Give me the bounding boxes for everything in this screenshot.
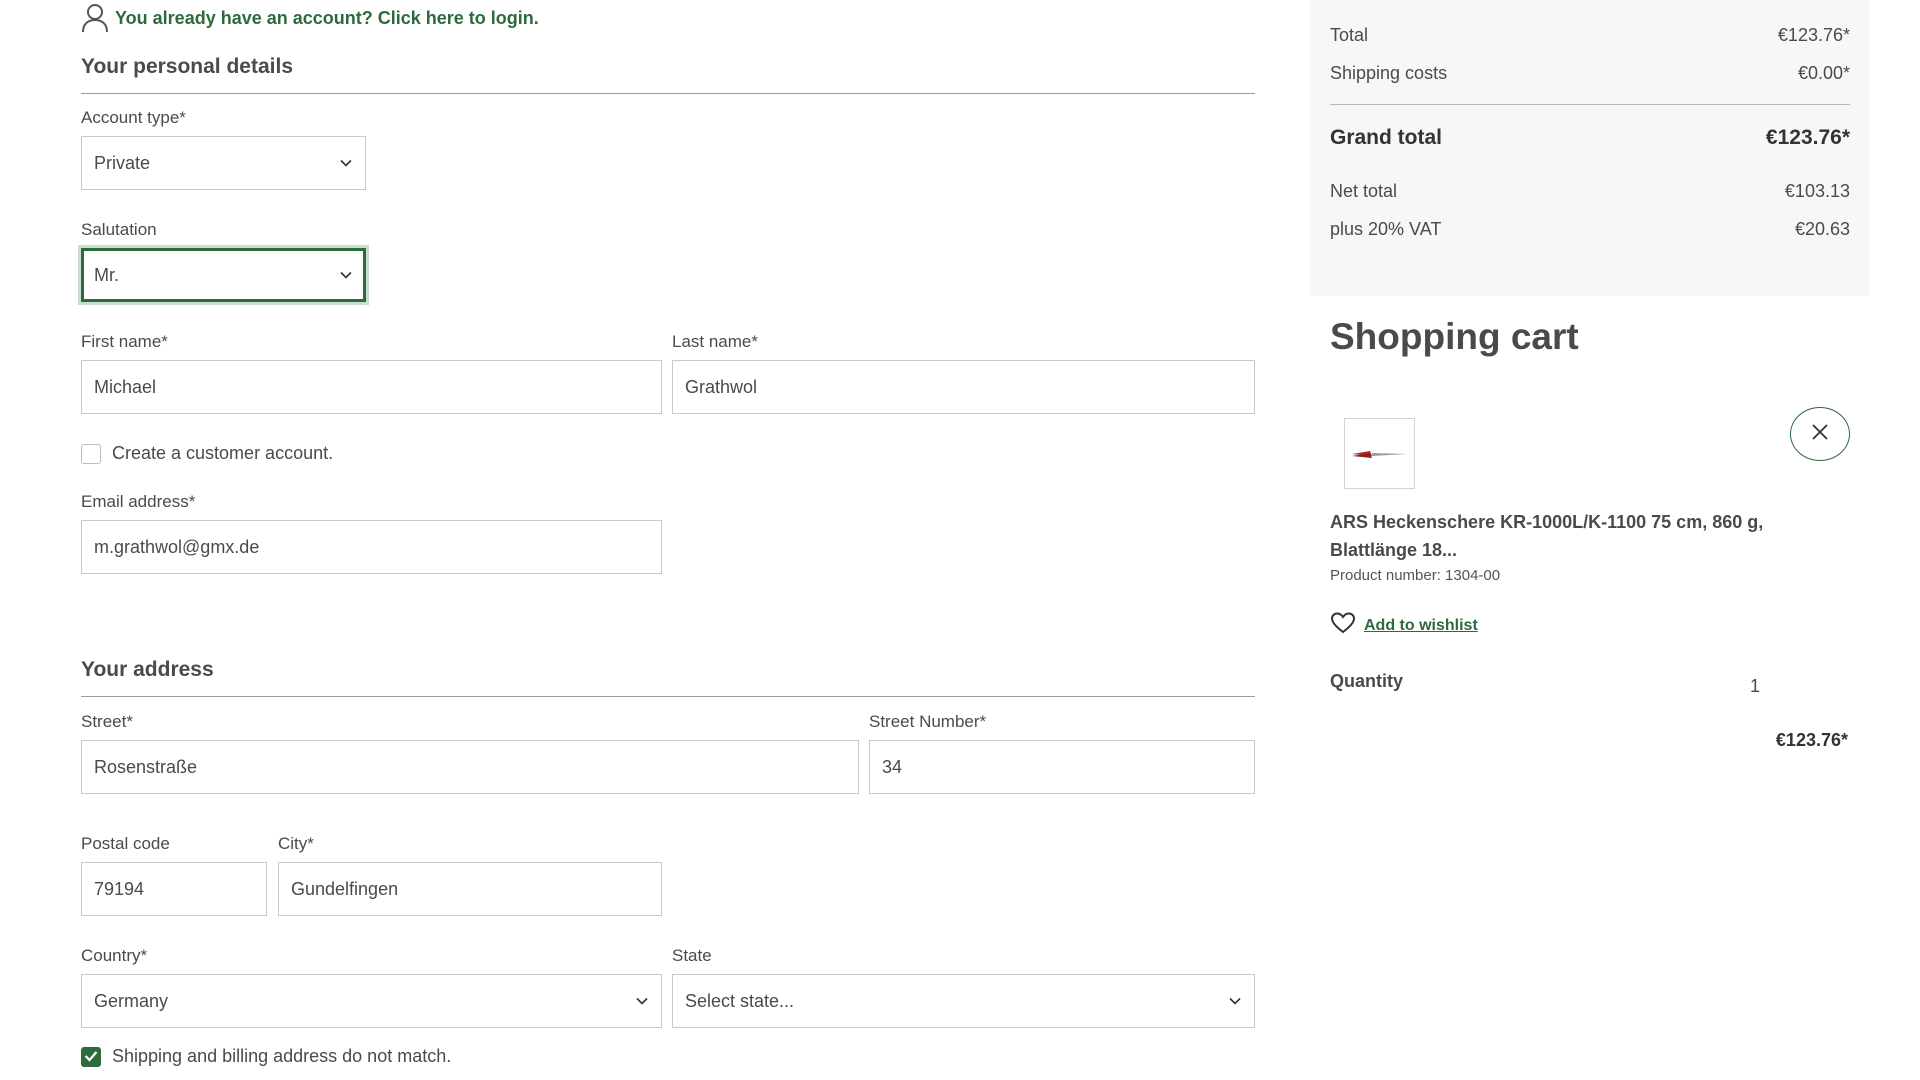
account-type-label: Account type* bbox=[81, 108, 186, 127]
product-number: Product number: 1304-00 bbox=[1330, 567, 1501, 584]
net-total-label: Net total bbox=[1330, 181, 1398, 201]
street-label: Street* bbox=[81, 712, 133, 731]
summary-grand-total-row: Grand total €123.76* bbox=[1330, 126, 1850, 150]
login-link[interactable]: You already have an account? Click here … bbox=[115, 8, 539, 29]
salutation-select[interactable]: Mr. bbox=[81, 248, 366, 302]
state-label: State bbox=[672, 946, 712, 965]
country-label: Country* bbox=[81, 946, 148, 965]
postal-code-value: 79194 bbox=[94, 878, 145, 899]
check-icon bbox=[84, 1046, 98, 1067]
section-divider bbox=[81, 696, 1255, 697]
close-icon bbox=[1810, 422, 1830, 447]
salutation-value: Mr. bbox=[94, 264, 119, 285]
grand-total-label: Grand total bbox=[1330, 126, 1443, 149]
last-name-field[interactable]: Grathwol bbox=[672, 360, 1255, 414]
summary-vat-row: plus 20% VAT €20.63 bbox=[1330, 219, 1850, 240]
order-summary: Total €123.76* Shipping costs €0.00* Gra… bbox=[1310, 0, 1870, 296]
vat-label: plus 20% VAT bbox=[1330, 219, 1442, 239]
summary-total-row: Total €123.76* bbox=[1330, 25, 1850, 46]
add-to-wishlist-link[interactable]: Add to wishlist bbox=[1330, 612, 1478, 639]
chevron-down-icon bbox=[635, 994, 649, 1008]
heart-icon bbox=[1330, 612, 1356, 639]
email-field[interactable]: m.grathwol@gmx.de bbox=[81, 520, 662, 574]
different-shipping-label: Shipping and billing address do not matc… bbox=[112, 1046, 452, 1066]
address-title: Your address bbox=[81, 658, 214, 681]
user-icon bbox=[81, 3, 109, 33]
create-account-checkbox[interactable] bbox=[81, 443, 101, 464]
cart-title: Shopping cart bbox=[1330, 316, 1579, 357]
quantity-label: Quantity bbox=[1330, 671, 1404, 691]
street-number-field[interactable]: 34 bbox=[869, 740, 1255, 794]
country-select[interactable]: Germany bbox=[81, 974, 662, 1028]
product-name[interactable]: ARS Heckenschere KR-1000L/K-1100 75 cm, … bbox=[1330, 508, 1770, 564]
street-field[interactable]: Rosenstraße bbox=[81, 740, 859, 794]
last-name-value: Grathwol bbox=[685, 376, 758, 397]
street-number-value: 34 bbox=[882, 756, 903, 777]
remove-item-button[interactable] bbox=[1790, 407, 1850, 461]
quantity-value[interactable]: 1 bbox=[1750, 676, 1760, 697]
chevron-down-icon bbox=[339, 268, 353, 282]
summary-divider bbox=[1330, 104, 1850, 105]
email-label: Email address* bbox=[81, 492, 196, 511]
different-shipping-option[interactable]: Shipping and billing address do not matc… bbox=[81, 1046, 451, 1067]
first-name-value: Michael bbox=[94, 376, 157, 397]
postal-code-field[interactable]: 79194 bbox=[81, 862, 267, 916]
create-account-label: Create a customer account. bbox=[112, 443, 334, 463]
country-value: Germany bbox=[94, 990, 169, 1011]
first-name-label: First name* bbox=[81, 332, 168, 351]
different-shipping-checkbox[interactable] bbox=[81, 1046, 101, 1067]
account-type-value: Private bbox=[94, 152, 151, 173]
total-label: Total bbox=[1330, 25, 1369, 45]
street-number-label: Street Number* bbox=[869, 712, 987, 731]
email-value: m.grathwol@gmx.de bbox=[94, 536, 260, 557]
vat-value: €20.63 bbox=[1794, 219, 1850, 239]
chevron-down-icon bbox=[1228, 994, 1242, 1008]
last-name-label: Last name* bbox=[672, 332, 758, 351]
summary-net-total-row: Net total €103.13 bbox=[1330, 181, 1850, 202]
chevron-down-icon bbox=[339, 156, 353, 170]
city-field[interactable]: Gundelfingen bbox=[278, 862, 662, 916]
total-value: €123.76* bbox=[1777, 25, 1850, 45]
product-image[interactable] bbox=[1344, 418, 1415, 489]
net-total-value: €103.13 bbox=[1784, 181, 1850, 201]
login-hint[interactable]: You already have an account? Click here … bbox=[81, 0, 539, 36]
state-select[interactable]: Select state... bbox=[672, 974, 1255, 1028]
street-value: Rosenstraße bbox=[94, 756, 198, 777]
salutation-label: Salutation bbox=[81, 220, 157, 239]
wishlist-label: Add to wishlist bbox=[1364, 616, 1478, 634]
city-value: Gundelfingen bbox=[291, 878, 399, 899]
create-account-option[interactable]: Create a customer account. bbox=[81, 443, 333, 464]
grand-total-value: €123.76* bbox=[1765, 126, 1850, 149]
shipping-value: €0.00* bbox=[1797, 63, 1850, 83]
section-divider bbox=[81, 93, 1255, 94]
personal-details-title: Your personal details bbox=[81, 55, 293, 78]
shipping-label: Shipping costs bbox=[1330, 63, 1448, 83]
account-type-select[interactable]: Private bbox=[81, 136, 366, 190]
first-name-field[interactable]: Michael bbox=[81, 360, 662, 414]
line-item-price: €123.76* bbox=[1775, 730, 1848, 750]
postal-code-label: Postal code bbox=[81, 834, 170, 853]
summary-shipping-row: Shipping costs €0.00* bbox=[1330, 63, 1850, 84]
state-value: Select state... bbox=[685, 990, 795, 1011]
city-label: City* bbox=[278, 834, 314, 853]
